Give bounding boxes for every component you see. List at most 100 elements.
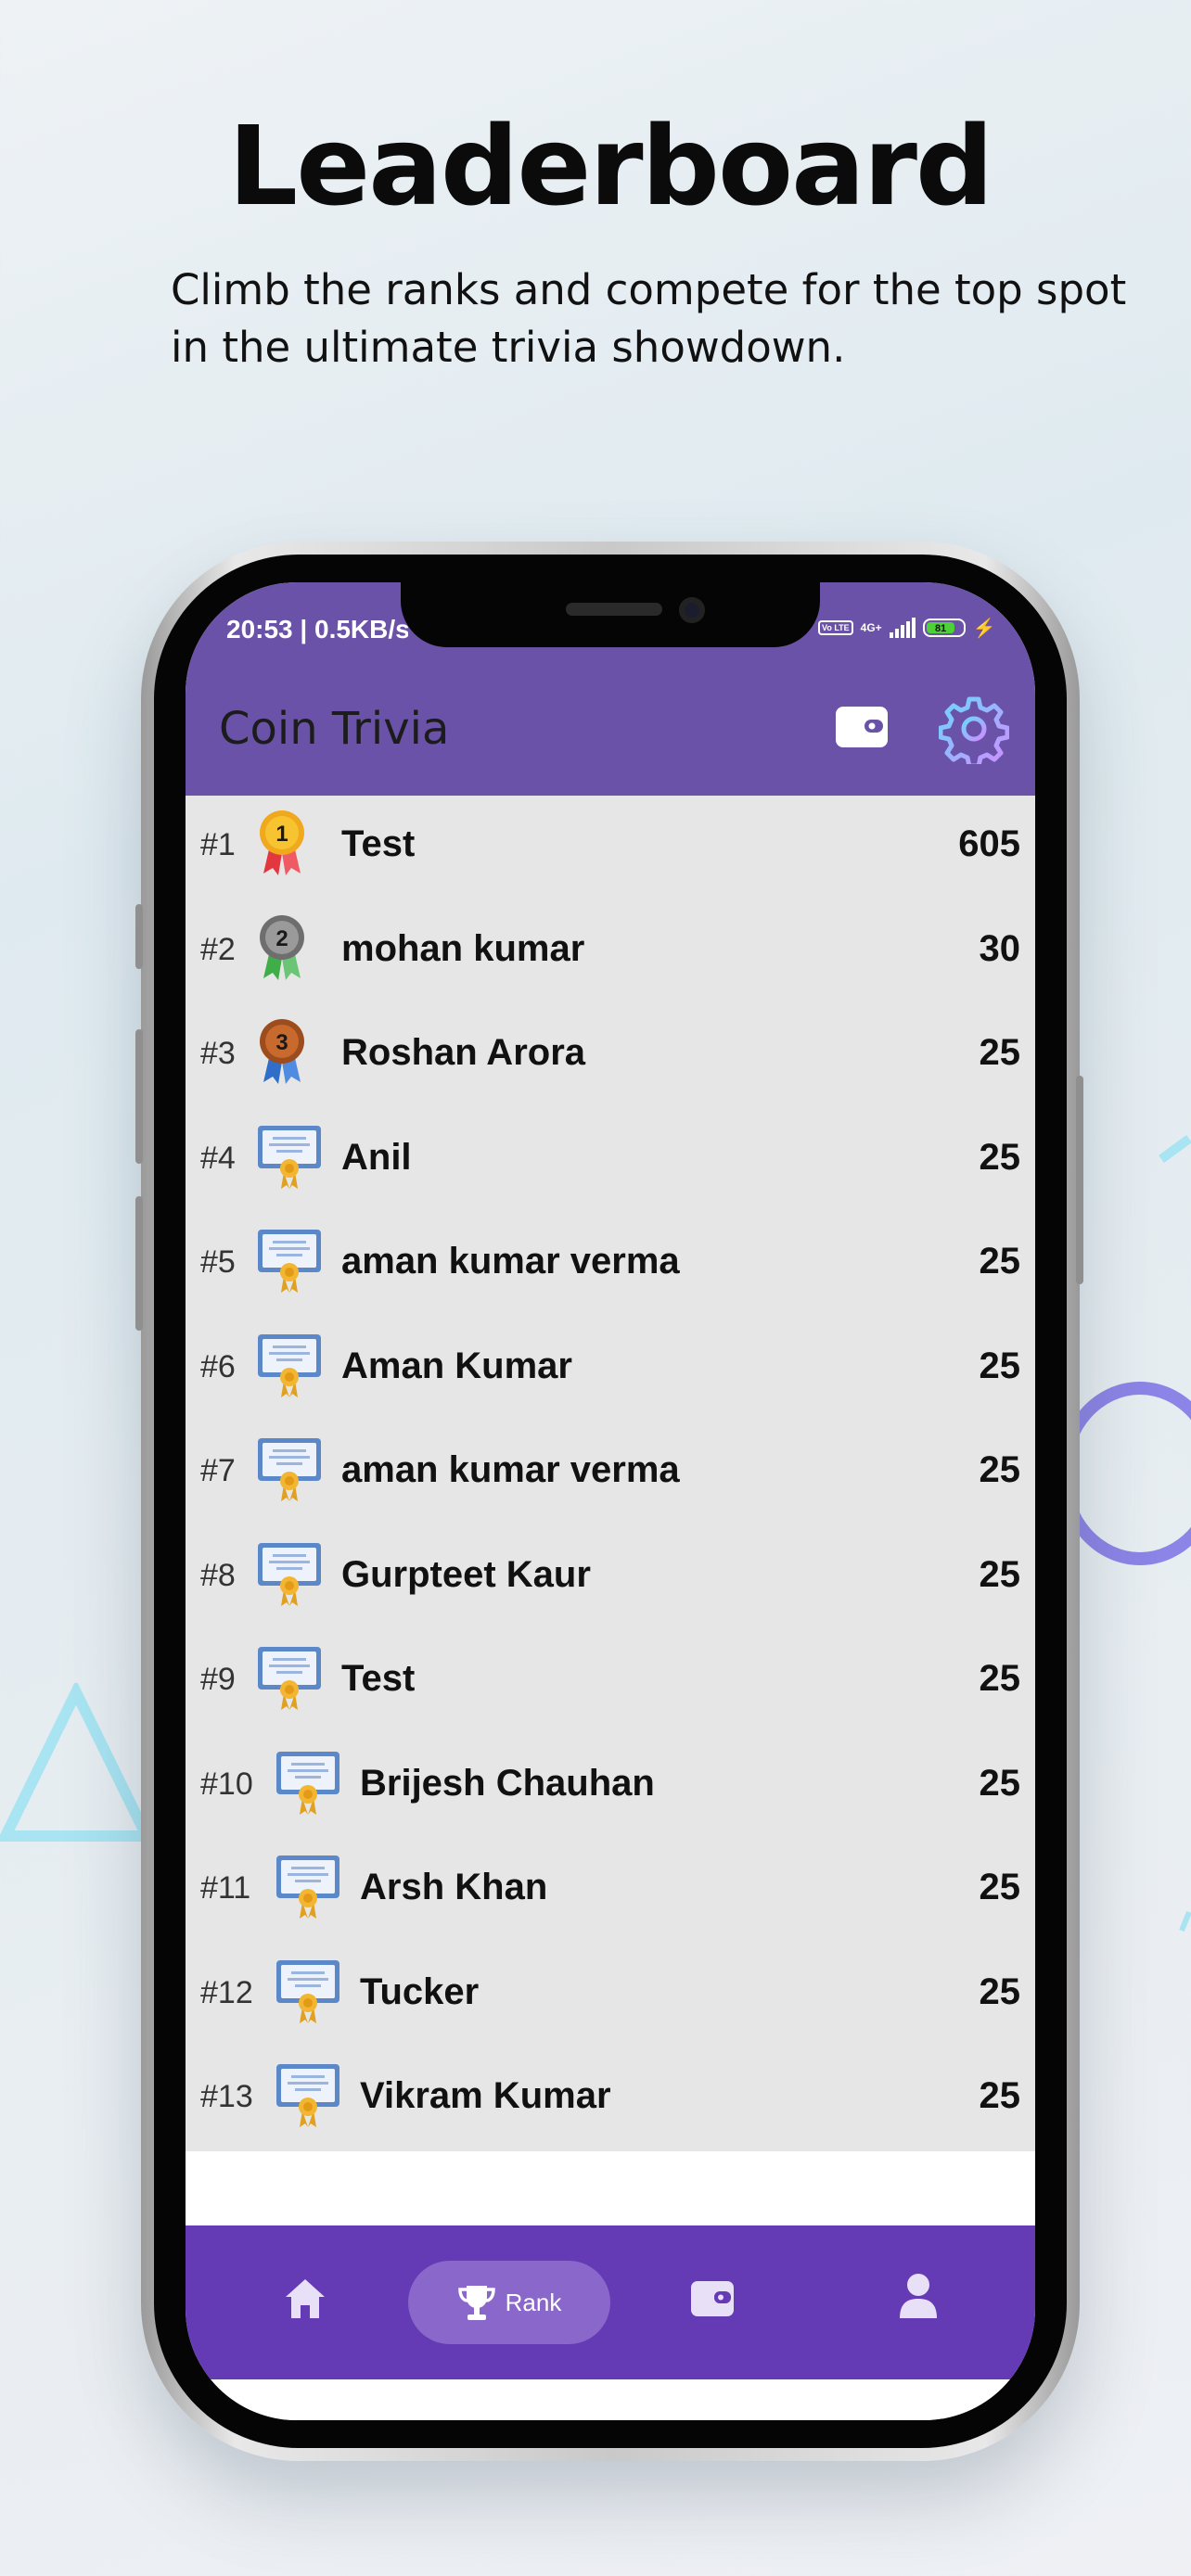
certificate-icon — [256, 1539, 323, 1613]
certificate-icon — [275, 1748, 341, 1821]
gear-icon[interactable] — [939, 694, 1009, 764]
player-name: Test — [341, 823, 416, 864]
player-name: mohan kumar — [341, 927, 585, 969]
player-score: 25 — [979, 1867, 1021, 1907]
charging-icon: ⚡ — [972, 618, 996, 639]
promo-headline: Leaderboard — [228, 102, 993, 230]
rank-number: #5 — [200, 1244, 236, 1280]
nav-rank-label: Rank — [505, 2288, 562, 2316]
player-name: Aman Kumar — [341, 1345, 572, 1386]
player-score: 25 — [979, 1032, 1021, 1073]
power-button — [1076, 1076, 1083, 1284]
player-score: 25 — [979, 1345, 1021, 1386]
leaderboard-row[interactable]: #10 Brijesh Chauhan 25 — [186, 1735, 1035, 1839]
leaderboard-list: #1 1 Test 605 #2 2 mohan kumar 30 #3 3 Roshan Aror… — [186, 796, 1035, 2151]
player-name: Brijesh Chauhan — [360, 1762, 655, 1804]
bronze-medal-icon: 3 — [256, 1017, 308, 1090]
bottom-navigation: Rank — [186, 2225, 1035, 2379]
battery-icon: 81 — [922, 618, 966, 637]
rank-number: #7 — [200, 1453, 236, 1488]
signal-icon — [889, 618, 916, 638]
phone-screen: 20:53 | 0.5KB/s Vo LTE 4G+ 81 ⚡ Coin Tri… — [186, 582, 1035, 2420]
rank-number: #9 — [200, 1662, 236, 1697]
rank-number: #4 — [200, 1140, 236, 1176]
leaderboard-row[interactable]: #6 Aman Kumar 25 — [186, 1318, 1035, 1422]
player-name: Roshan Arora — [341, 1032, 586, 1073]
nav-rank-tab[interactable]: Rank — [408, 2261, 610, 2344]
player-name: aman kumar verma — [341, 1449, 680, 1490]
leaderboard-row[interactable]: #8 Gurpteet Kaur 25 — [186, 1526, 1035, 1630]
certificate-icon — [256, 1643, 323, 1716]
player-score: 25 — [979, 1449, 1021, 1490]
status-icons: Vo LTE 4G+ 81 ⚡ — [818, 616, 996, 640]
player-score: 25 — [979, 1762, 1021, 1804]
volume-up-button — [135, 1029, 143, 1164]
rank-number: #8 — [200, 1557, 236, 1593]
leaderboard-row[interactable]: #12 Tucker 25 — [186, 1944, 1035, 2047]
player-name: Anil — [341, 1136, 412, 1178]
certificate-icon — [256, 1435, 323, 1508]
network-type: 4G+ — [860, 621, 882, 634]
rank-number: #2 — [200, 931, 236, 967]
player-score: 605 — [958, 823, 1020, 864]
battery-level: 81 — [926, 622, 955, 634]
rank-number: #6 — [200, 1348, 236, 1384]
volte-badge: Vo LTE — [818, 620, 853, 635]
trophy-icon — [457, 2286, 495, 2320]
wallet-icon[interactable] — [835, 703, 889, 749]
silver-medal-icon: 2 — [256, 913, 308, 987]
status-time: 20:53 | 0.5KB/s — [226, 615, 408, 644]
player-score: 25 — [979, 1970, 1021, 2012]
home-icon[interactable] — [282, 2276, 328, 2322]
user-icon[interactable] — [898, 2272, 939, 2320]
triangle-decoration — [0, 1683, 156, 1842]
certificate-icon — [275, 1957, 341, 2030]
promo-subheadline: Climb the ranks and compete for the top … — [171, 265, 1127, 372]
certificate-icon — [275, 2060, 341, 2134]
player-name: Gurpteet Kaur — [341, 1553, 591, 1595]
player-name: Test — [341, 1658, 416, 1699]
player-score: 25 — [979, 1241, 1021, 1282]
app-title: Coin Trivia — [219, 703, 450, 755]
volume-down-button — [135, 1196, 143, 1331]
wallet-icon[interactable] — [690, 2277, 735, 2318]
leaderboard-row[interactable]: #5 aman kumar verma 25 — [186, 1213, 1035, 1317]
leaderboard-row[interactable]: #7 aman kumar verma 25 — [186, 1422, 1035, 1525]
rank-number: #3 — [200, 1036, 236, 1071]
rank-number: #12 — [200, 1974, 253, 2010]
notch — [401, 582, 820, 647]
svg-text:2: 2 — [275, 926, 288, 951]
player-score: 25 — [979, 1136, 1021, 1178]
leaderboard-row[interactable]: #4 Anil 25 — [186, 1109, 1035, 1213]
player-name: aman kumar verma — [341, 1241, 680, 1282]
certificate-icon — [256, 1331, 323, 1404]
svg-text:1: 1 — [275, 822, 288, 847]
player-name: Arsh Khan — [360, 1867, 548, 1907]
rank-number: #13 — [200, 2079, 253, 2114]
svg-text:3: 3 — [275, 1030, 288, 1055]
rank-number: #11 — [200, 1870, 251, 1906]
arc-decoration-small — [1179, 1910, 1191, 1932]
front-camera — [679, 597, 705, 623]
certificate-icon — [275, 1852, 341, 1925]
system-navigation-bar — [186, 2379, 1035, 2420]
certificate-icon — [256, 1226, 323, 1299]
leaderboard-row[interactable]: #1 1 Test 605 — [186, 796, 1035, 899]
leaderboard-row[interactable]: #13 Vikram Kumar 25 — [186, 2047, 1035, 2151]
gold-medal-icon: 1 — [256, 809, 308, 882]
arc-decoration — [1159, 1134, 1191, 1164]
leaderboard-row[interactable]: #11 Arsh Khan 25 — [186, 1839, 1035, 1943]
leaderboard-row[interactable]: #3 3 Roshan Arora 25 — [186, 1004, 1035, 1108]
player-name: Tucker — [360, 1970, 480, 2012]
speaker-grille — [566, 603, 662, 616]
leaderboard-row[interactable]: #9 Test 25 — [186, 1630, 1035, 1734]
player-score: 25 — [979, 1553, 1021, 1595]
player-score: 30 — [979, 927, 1021, 969]
certificate-icon — [256, 1122, 323, 1195]
rank-number: #1 — [200, 827, 236, 862]
player-score: 25 — [979, 2075, 1021, 2116]
rank-number: #10 — [200, 1766, 253, 1802]
mute-switch — [135, 904, 143, 969]
player-name: Vikram Kumar — [360, 2075, 611, 2116]
leaderboard-row[interactable]: #2 2 mohan kumar 30 — [186, 900, 1035, 1004]
